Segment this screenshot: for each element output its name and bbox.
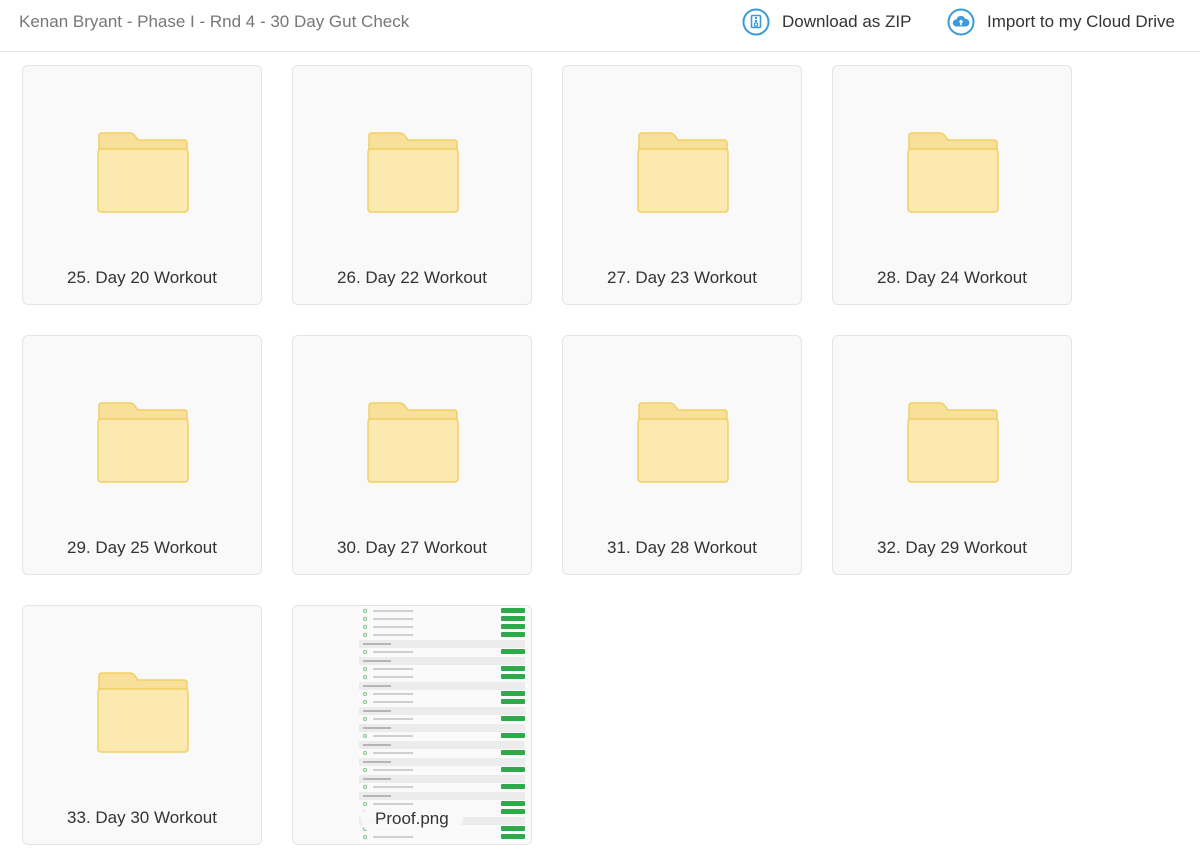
folder-name: 32. Day 29 Workout xyxy=(877,538,1027,557)
thumbnail-row xyxy=(359,699,525,705)
folder-tile[interactable]: 30. Day 27 Workout xyxy=(292,335,532,575)
thumbnail-row xyxy=(359,691,525,697)
import-cloud-drive-button[interactable]: Import to my Cloud Drive xyxy=(947,8,1175,36)
folder-tile[interactable]: 29. Day 25 Workout xyxy=(22,335,262,575)
folder-name: 26. Day 22 Workout xyxy=(337,268,487,287)
folder-tile[interactable]: 25. Day 20 Workout xyxy=(22,65,262,305)
thumbnail-row xyxy=(359,784,525,790)
thumbnail-row xyxy=(359,834,525,840)
thumbnail-row xyxy=(359,666,525,672)
folder-name: 31. Day 28 Workout xyxy=(607,538,757,557)
folder-tile[interactable]: 33. Day 30 Workout xyxy=(22,605,262,845)
folder-name: 30. Day 27 Workout xyxy=(337,538,487,557)
thumbnail-row xyxy=(359,733,525,739)
image-file-tile[interactable]: Proof.png xyxy=(292,605,532,845)
folder-tile[interactable]: 26. Day 22 Workout xyxy=(292,65,532,305)
download-zip-button[interactable]: Download as ZIP xyxy=(742,8,911,36)
folder-name: 25. Day 20 Workout xyxy=(67,268,217,287)
file-name: Proof.png xyxy=(361,806,463,832)
folder-icon xyxy=(367,132,459,213)
top-bar: Kenan Bryant - Phase I - Rnd 4 - 30 Day … xyxy=(0,0,1200,52)
download-zip-label: Download as ZIP xyxy=(782,12,912,31)
folder-icon xyxy=(637,402,729,483)
folder-tile[interactable]: 27. Day 23 Workout xyxy=(562,65,802,305)
thumbnail-row xyxy=(359,624,525,630)
thumbnail-row xyxy=(359,632,525,638)
folder-icon xyxy=(97,132,189,213)
thumbnail-section-header xyxy=(359,657,525,665)
thumbnail-row xyxy=(359,767,525,773)
folder-name: 29. Day 25 Workout xyxy=(67,538,217,557)
folder-icon xyxy=(637,132,729,213)
thumbnail-row xyxy=(359,616,525,622)
zip-download-icon xyxy=(742,8,770,36)
thumbnail-row xyxy=(359,750,525,756)
thumbnail-section-header xyxy=(359,724,525,732)
thumbnail-section-header xyxy=(359,640,525,648)
thumbnail-row xyxy=(359,649,525,655)
folder-name: 28. Day 24 Workout xyxy=(877,268,1027,287)
thumbnail-row xyxy=(359,716,525,722)
page-title: Kenan Bryant - Phase I - Rnd 4 - 30 Day … xyxy=(19,12,410,31)
thumbnail-section-header xyxy=(359,682,525,690)
folder-icon xyxy=(907,402,999,483)
thumbnail-row xyxy=(359,608,525,614)
folder-tile[interactable]: 28. Day 24 Workout xyxy=(832,65,1072,305)
thumbnail-section-header xyxy=(359,741,525,749)
thumbnail-row xyxy=(359,674,525,680)
import-cloud-drive-label: Import to my Cloud Drive xyxy=(987,12,1175,31)
folder-name: 33. Day 30 Workout xyxy=(67,808,217,827)
folder-icon xyxy=(97,402,189,483)
thumbnail-section-header xyxy=(359,707,525,715)
file-grid: 25. Day 20 Workout 26. Day 22 Workout 27… xyxy=(22,65,1192,855)
folder-icon xyxy=(367,402,459,483)
folder-tile[interactable]: 31. Day 28 Workout xyxy=(562,335,802,575)
thumbnail-section-header xyxy=(359,792,525,800)
cloud-upload-icon xyxy=(947,8,975,36)
thumbnail-section-header xyxy=(359,775,525,783)
folder-icon xyxy=(97,672,189,753)
folder-icon xyxy=(907,132,999,213)
folder-tile[interactable]: 32. Day 29 Workout xyxy=(832,335,1072,575)
folder-name: 27. Day 23 Workout xyxy=(607,268,757,287)
thumbnail-section-header xyxy=(359,758,525,766)
